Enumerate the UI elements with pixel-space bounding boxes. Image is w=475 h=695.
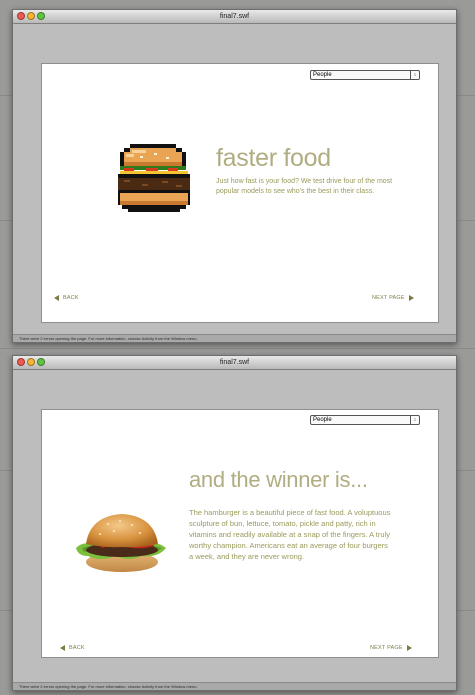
next-arrow-icon xyxy=(408,295,414,301)
pixel-burger-icon xyxy=(118,144,190,212)
next-page-label: NEXT PAGE xyxy=(372,295,405,301)
status-message: There were 2 errors opening the page. Fo… xyxy=(19,684,198,689)
title-bar: final7.swf xyxy=(13,10,456,24)
next-arrow-icon xyxy=(406,645,412,651)
status-bar: There were 2 errors opening the page. Fo… xyxy=(13,334,456,342)
flash-stage: People ↕ faster food Just how fast is yo… xyxy=(41,63,439,323)
dropdown-value: People xyxy=(313,417,332,423)
category-dropdown[interactable]: People ↕ xyxy=(310,70,420,80)
back-button[interactable]: BACK xyxy=(54,295,79,301)
browser-window-2: final7.swf People ↕ and the winner is...… xyxy=(12,355,457,691)
slide-body: The hamburger is a beautiful piece of fa… xyxy=(189,508,391,561)
window-title: final7.swf xyxy=(219,13,250,20)
window-title: final7.swf xyxy=(219,359,250,366)
status-message: There were 2 errors opening the page. Fo… xyxy=(19,336,198,341)
back-arrow-icon xyxy=(60,645,65,651)
status-bar: There were 2 errors opening the page. Fo… xyxy=(13,682,456,690)
next-page-label: NEXT PAGE xyxy=(370,645,403,651)
back-arrow-icon xyxy=(54,295,59,301)
title-bar: final7.swf xyxy=(13,356,456,370)
dropdown-arrow-icon: ↕ xyxy=(410,416,419,424)
category-dropdown[interactable]: People ↕ xyxy=(310,415,420,425)
next-page-button[interactable]: NEXT PAGE xyxy=(372,295,414,301)
next-page-button[interactable]: NEXT PAGE xyxy=(370,645,412,651)
back-label: BACK xyxy=(63,295,79,301)
backdrop-line xyxy=(0,348,475,349)
slide-headline: faster food xyxy=(216,144,331,172)
back-label: BACK xyxy=(69,645,85,651)
browser-window-1: final7.swf People ↕ faster food Just how… xyxy=(12,9,457,343)
dropdown-value: People xyxy=(313,72,332,78)
slide-body: Just how fast is your food? We test driv… xyxy=(216,178,393,195)
back-button[interactable]: BACK xyxy=(60,645,85,651)
slide-headline: and the winner is... xyxy=(189,467,368,492)
flash-stage: People ↕ and the winner is... The hambur… xyxy=(41,409,439,658)
hamburger-photo xyxy=(76,514,166,572)
dropdown-arrow-icon: ↕ xyxy=(410,71,419,79)
